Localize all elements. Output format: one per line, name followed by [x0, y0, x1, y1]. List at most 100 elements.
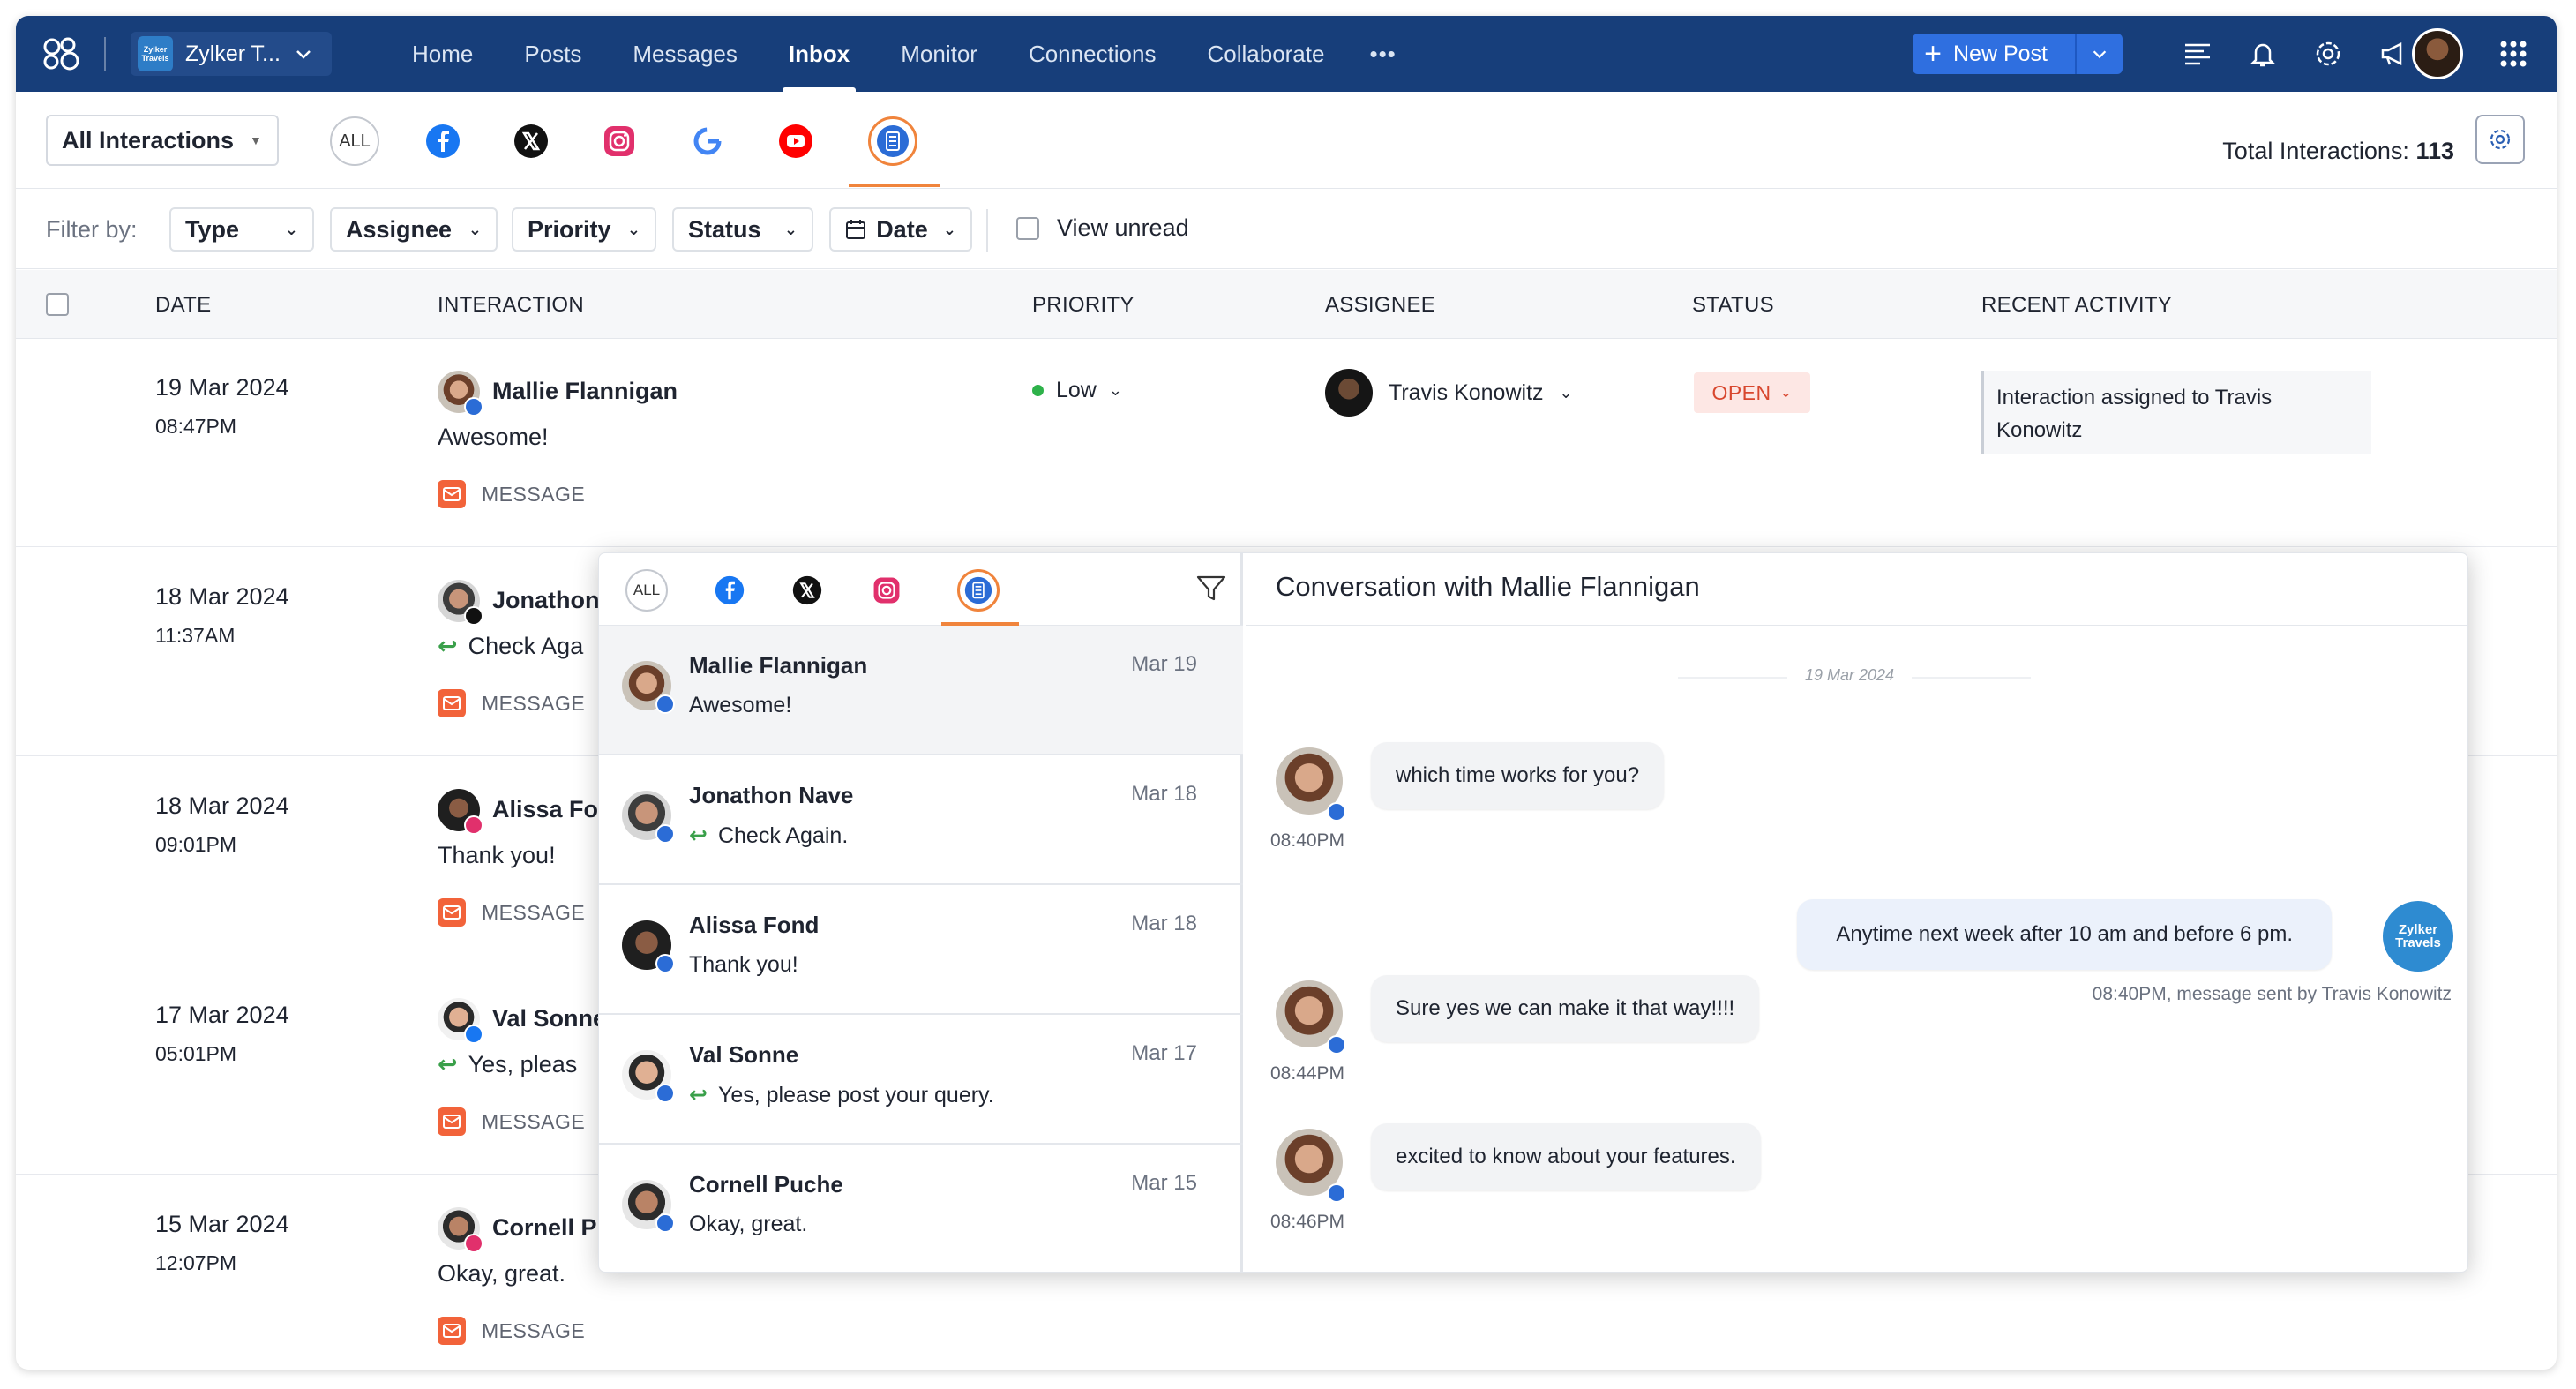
message-time: 08:46PM	[1270, 1212, 1345, 1232]
chevron-down-icon: ⌄	[626, 220, 640, 238]
interaction-type: MESSAGE	[438, 480, 585, 508]
interaction-type: MESSAGE	[438, 1107, 585, 1136]
gear-icon	[2490, 129, 2511, 150]
conversation-thread-panel: Conversation with Mallie Flannigan 19 Ma…	[1246, 553, 2467, 1272]
app-logo-icon[interactable]	[39, 32, 83, 76]
column-assignee[interactable]: ASSIGNEE	[1325, 293, 1435, 318]
nav-monitor[interactable]: Monitor	[875, 16, 1003, 92]
contact-name[interactable]: Alissa For	[492, 796, 608, 823]
megaphone-icon[interactable]	[2377, 37, 2410, 71]
nav-collaborate[interactable]: Collaborate	[1181, 16, 1350, 92]
filter-status[interactable]: Status ⌄	[672, 207, 813, 252]
nav-posts[interactable]: Posts	[498, 16, 607, 92]
filter-date[interactable]: Date ⌄	[829, 207, 972, 252]
user-avatar[interactable]	[2412, 28, 2463, 79]
table-header: DATE INTERACTION PRIORITY ASSIGNEE STATU…	[16, 270, 2557, 339]
nav-connections[interactable]: Connections	[1003, 16, 1182, 92]
filter-type[interactable]: Type ⌄	[169, 207, 314, 252]
conversation-item[interactable]: Jonathon Nave Mar 18 ↩ Check Again.	[599, 755, 1243, 885]
column-date[interactable]: DATE	[155, 293, 211, 318]
row-time: 11:37AM	[155, 624, 236, 647]
x-twitter-icon[interactable]	[506, 116, 556, 166]
filter-assignee[interactable]: Assignee ⌄	[330, 207, 498, 252]
nav-inbox[interactable]: Inbox	[763, 16, 875, 92]
message-icon	[438, 898, 466, 927]
conversation-date: Mar 15	[1131, 1171, 1197, 1195]
row-time: 12:07PM	[155, 1251, 237, 1274]
chevron-down-icon: ⌄	[468, 220, 482, 238]
business-messages-badge-icon	[655, 1213, 675, 1233]
message-preview: Awesome!	[438, 424, 549, 450]
conversation-preview: Awesome!	[689, 693, 792, 717]
contact-name[interactable]: Cornell P	[492, 1214, 597, 1242]
view-unread-toggle[interactable]: View unread	[1016, 214, 1189, 242]
message-icon	[438, 1317, 466, 1345]
column-recent-activity[interactable]: RECENT ACTIVITY	[1981, 293, 2172, 318]
column-status[interactable]: STATUS	[1692, 293, 1774, 318]
conversation-popup: ALL Mallie Flannigan Mar 19 Awesome! Jon…	[598, 552, 2468, 1273]
x-twitter-icon[interactable]	[786, 569, 828, 612]
row-date: 18 Mar 2024	[155, 583, 289, 610]
nav-more-icon[interactable]: •••	[1350, 16, 1415, 92]
view-unread-checkbox[interactable]	[1016, 216, 1039, 240]
activity-feed-icon[interactable]	[2181, 37, 2214, 71]
table-row[interactable]: 19 Mar 2024 08:47PM Mallie Flannigan Awe…	[16, 339, 2557, 547]
facebook-icon[interactable]	[418, 116, 468, 166]
interaction-type-select[interactable]: All Interactions ▼	[46, 115, 279, 166]
chevron-down-icon: ⌄	[783, 220, 798, 238]
channel-all[interactable]: ALL	[330, 116, 379, 166]
nav-home[interactable]: Home	[386, 16, 498, 92]
business-messages-badge-icon	[1327, 802, 1346, 822]
inbox-settings-button[interactable]	[2475, 115, 2525, 164]
filter-funnel-icon[interactable]	[1195, 573, 1227, 604]
assignee-select[interactable]: Travis Konowitz ⌄	[1325, 369, 1573, 417]
column-interaction[interactable]: INTERACTION	[438, 293, 584, 318]
new-post-dropdown[interactable]	[2075, 34, 2123, 74]
status-select[interactable]: OPEN ⌄	[1694, 372, 1810, 413]
facebook-icon[interactable]	[708, 569, 751, 612]
business-messages-icon[interactable]	[957, 569, 1000, 612]
message-icon	[438, 689, 466, 717]
portal-switcher[interactable]: Zylker Travels Zylker T...	[131, 32, 332, 76]
contact-name[interactable]: Jonathon	[492, 587, 600, 614]
conversation-item[interactable]: Mallie Flannigan Mar 19 Awesome!	[599, 626, 1243, 755]
business-messages-icon[interactable]	[868, 116, 917, 166]
conversation-item[interactable]: Val Sonne Mar 17 ↩ Yes, please post your …	[599, 1015, 1243, 1145]
google-icon[interactable]	[683, 116, 732, 166]
conversation-item[interactable]: Cornell Puche Mar 15 Okay, great.	[599, 1145, 1243, 1272]
instagram-icon[interactable]	[865, 569, 908, 612]
select-all-checkbox[interactable]	[46, 293, 69, 316]
chevron-down-icon: ⌄	[1559, 383, 1573, 402]
message-preview: Okay, great.	[438, 1260, 566, 1287]
new-post-button[interactable]: + New Post	[1913, 34, 2123, 74]
column-priority[interactable]: PRIORITY	[1032, 293, 1134, 318]
message-preview: ↩ Yes, pleas	[438, 1051, 578, 1077]
total-interactions: Total Interactions: 113	[2222, 138, 2454, 164]
priority-select[interactable]: Low ⌄	[1032, 378, 1122, 403]
row-date: 18 Mar 2024	[155, 792, 289, 819]
caret-down-icon: ▼	[250, 133, 262, 147]
message-preview: ↩ Check Aga	[438, 633, 584, 659]
message-bubble: excited to know about your features.	[1371, 1123, 1761, 1190]
conversation-list-panel: ALL Mallie Flannigan Mar 19 Awesome! Jon…	[599, 553, 1243, 1272]
business-messages-badge-icon	[464, 397, 483, 417]
instagram-icon[interactable]	[595, 116, 644, 166]
gear-icon[interactable]	[2311, 37, 2345, 71]
business-messages-badge-icon	[655, 694, 675, 714]
bell-icon[interactable]	[2246, 37, 2280, 71]
total-interactions-count: 113	[2415, 138, 2454, 164]
youtube-icon[interactable]	[771, 116, 820, 166]
interaction-type: MESSAGE	[438, 689, 585, 717]
contact-name[interactable]: Mallie Flannigan	[492, 378, 678, 405]
business-messages-badge-icon	[655, 824, 675, 844]
channel-all[interactable]: ALL	[625, 569, 668, 612]
nav-messages[interactable]: Messages	[607, 16, 763, 92]
day-label: 19 Mar 2024	[1787, 666, 1913, 685]
contact-name[interactable]: Val Sonne	[492, 1005, 606, 1032]
apps-grid-icon[interactable]	[2497, 37, 2530, 71]
filter-priority[interactable]: Priority ⌄	[512, 207, 656, 252]
divider	[104, 37, 106, 71]
reply-icon: ↩	[438, 1051, 458, 1077]
conversation-item[interactable]: Alissa Fond Mar 18 Thank you!	[599, 885, 1243, 1015]
row-date: 19 Mar 2024	[155, 374, 289, 401]
